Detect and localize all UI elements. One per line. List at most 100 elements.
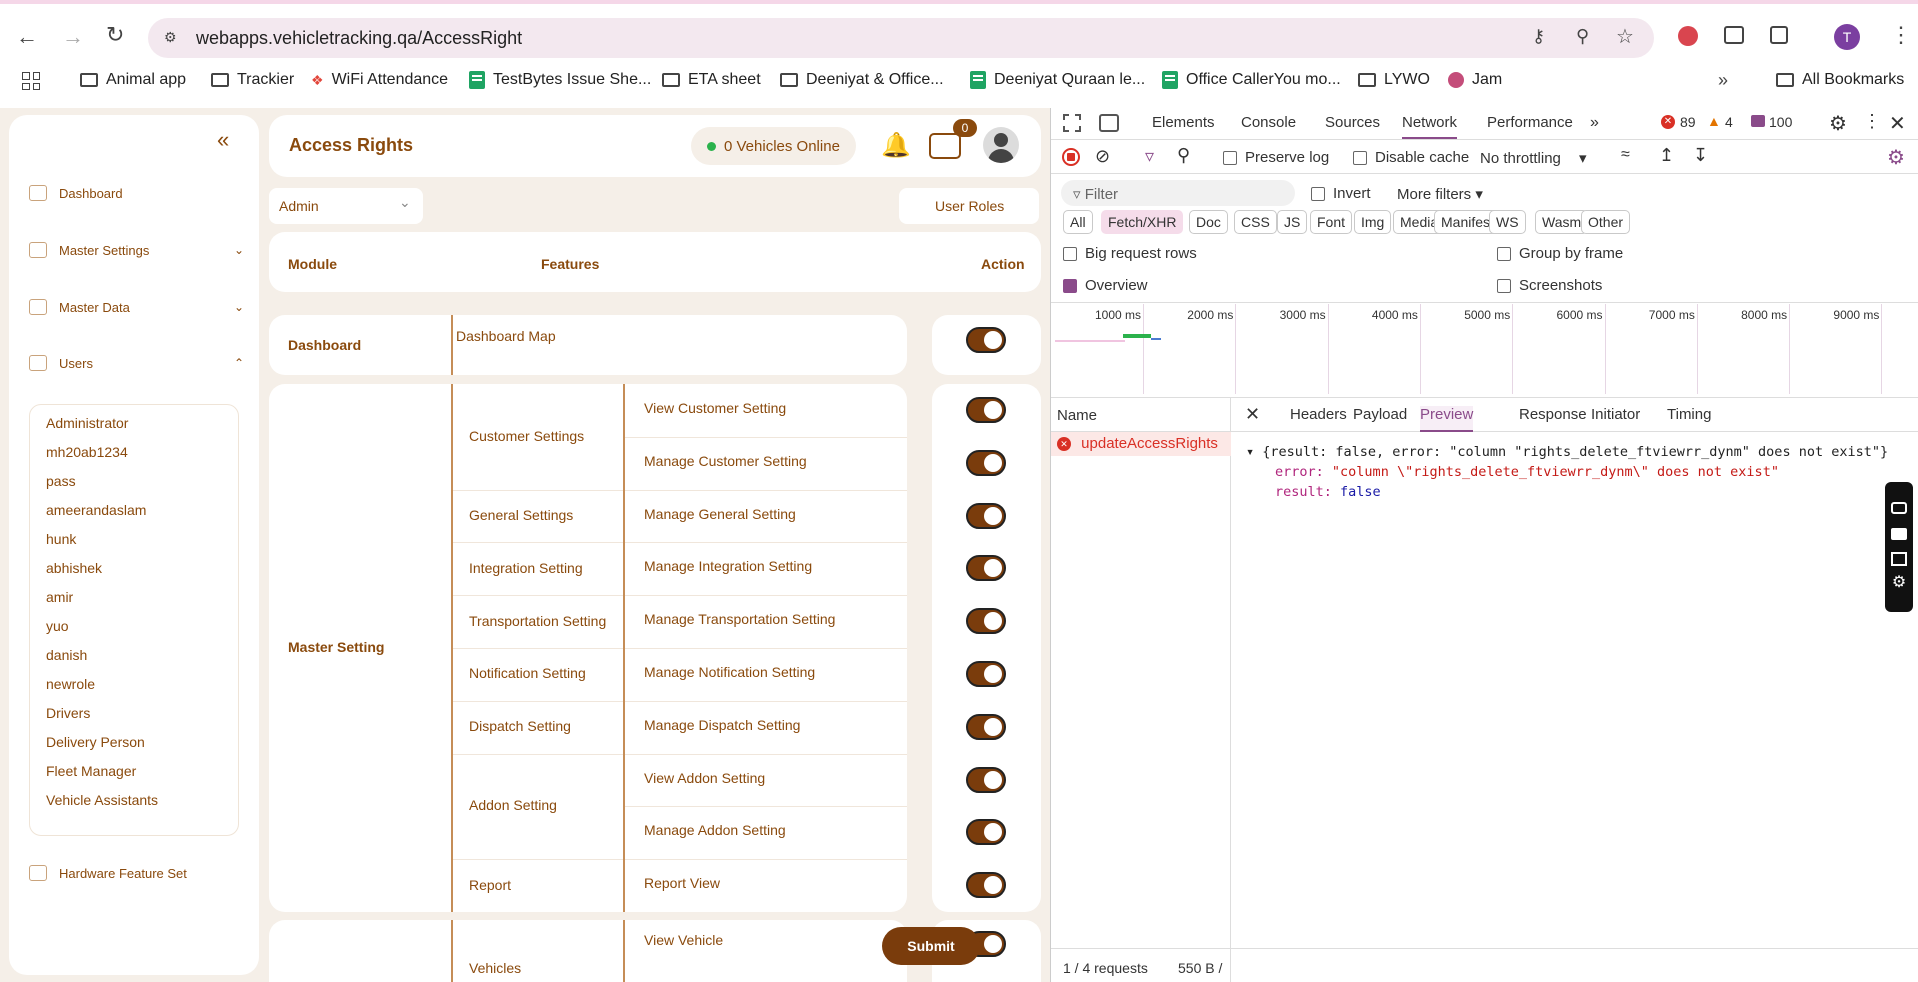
sidebar-user-item[interactable]: danish bbox=[46, 647, 87, 663]
sidebar-user-item[interactable]: yuo bbox=[46, 618, 69, 634]
vehicles-online-badge[interactable]: 0 Vehicles Online bbox=[691, 127, 856, 165]
key-icon[interactable]: ⚷ bbox=[1532, 26, 1545, 47]
sidebar-user-item[interactable]: ameerandaslam bbox=[46, 502, 146, 518]
detail-tab[interactable]: Initiator bbox=[1591, 406, 1640, 423]
user-roles-button[interactable]: User Roles bbox=[899, 188, 1039, 224]
message-count[interactable]: 100 bbox=[1769, 114, 1792, 130]
invert-checkbox[interactable]: Invert bbox=[1311, 185, 1371, 202]
preserve-log-checkbox[interactable]: Preserve log bbox=[1223, 149, 1329, 166]
bookmark-eta-sheet[interactable]: ETA sheet bbox=[662, 71, 761, 89]
more-filters-dropdown[interactable]: More filters ▾ bbox=[1397, 185, 1483, 203]
error-count[interactable]: 89 bbox=[1680, 114, 1696, 130]
window-icon[interactable] bbox=[1891, 552, 1907, 566]
sidebar-item-master-settings[interactable]: Master Settings ⌄ bbox=[29, 242, 244, 258]
menu-icon[interactable]: ⋮ bbox=[1890, 22, 1912, 48]
sidebar-item-hardware-feature-set[interactable]: Hardware Feature Set bbox=[29, 865, 187, 881]
extension-icon[interactable] bbox=[1678, 26, 1698, 46]
device-toolbar-icon[interactable] bbox=[1099, 114, 1119, 132]
sidebar-item-users[interactable]: Users ⌃ bbox=[29, 355, 244, 371]
detail-tab[interactable]: Preview bbox=[1420, 406, 1474, 432]
avatar[interactable] bbox=[983, 127, 1019, 163]
disable-cache-checkbox[interactable]: Disable cache bbox=[1353, 149, 1469, 166]
back-icon[interactable]: ← bbox=[16, 24, 38, 50]
settings-gear-icon[interactable]: ⚙ bbox=[1829, 111, 1847, 136]
toggle-permission[interactable] bbox=[966, 397, 1006, 423]
sidebar-user-item[interactable]: Administrator bbox=[46, 415, 128, 431]
camera-icon[interactable] bbox=[1891, 502, 1907, 514]
sidebar-user-item[interactable]: mh20ab1234 bbox=[46, 444, 128, 460]
toggle-permission[interactable] bbox=[966, 608, 1006, 635]
detail-tab[interactable]: Headers bbox=[1290, 406, 1347, 423]
filter-input[interactable]: ▿ Filter bbox=[1061, 180, 1295, 206]
toggle-permission[interactable] bbox=[966, 502, 1006, 529]
network-conditions-icon[interactable]: ≈ bbox=[1621, 146, 1630, 164]
inspect-icon[interactable] bbox=[1063, 114, 1081, 132]
address-bar[interactable]: ⚙ webapps.vehicletracking.qa/AccessRight… bbox=[148, 18, 1654, 58]
sidebar-item-dashboard[interactable]: Dashboard bbox=[29, 185, 123, 201]
collapse-sidebar-icon[interactable]: « bbox=[217, 127, 229, 153]
group-by-frame-checkbox[interactable]: Group by frame bbox=[1497, 245, 1623, 262]
toggle-permission[interactable] bbox=[966, 661, 1006, 687]
messages-icon[interactable] bbox=[929, 133, 961, 159]
devtools-menu-icon[interactable]: ⋮ bbox=[1863, 111, 1881, 132]
detail-tab[interactable]: Timing bbox=[1667, 406, 1711, 423]
sidebar-user-item[interactable]: Drivers bbox=[46, 705, 90, 721]
role-select[interactable]: Admin ⌄ bbox=[269, 188, 423, 224]
tab-network[interactable]: Network bbox=[1402, 114, 1458, 139]
apps-grid-icon[interactable] bbox=[22, 72, 40, 90]
request-row[interactable]: ✕ updateAccessRights bbox=[1051, 432, 1231, 456]
reload-icon[interactable]: ↻ bbox=[106, 22, 124, 48]
bookmark-trackier[interactable]: Trackier bbox=[211, 71, 294, 89]
sidebar-user-item[interactable]: Fleet Manager bbox=[46, 763, 136, 779]
sidebar-user-item[interactable]: newrole bbox=[46, 676, 95, 692]
bookmark-deeniyat-quraan[interactable]: Deeniyat Quraan le... bbox=[970, 71, 1145, 89]
record-icon[interactable] bbox=[1062, 148, 1080, 166]
filter-chip[interactable]: Doc bbox=[1189, 210, 1228, 234]
filter-chip[interactable]: JS bbox=[1277, 210, 1308, 234]
bookmarks-overflow-icon[interactable]: » bbox=[1718, 70, 1728, 91]
big-request-rows-checkbox[interactable]: Big request rows bbox=[1063, 245, 1197, 262]
tab-performance[interactable]: Performance bbox=[1487, 114, 1573, 131]
bookmark-deeniyat-office[interactable]: Deeniyat & Office... bbox=[780, 71, 944, 89]
throttling-select[interactable]: No throttling ▾ bbox=[1480, 149, 1587, 167]
notification-bell-icon[interactable]: 🔔 bbox=[881, 131, 911, 160]
clear-icon[interactable]: ⊘ bbox=[1095, 146, 1110, 167]
network-settings-icon[interactable]: ⚙ bbox=[1887, 145, 1905, 170]
extensions-puzzle-icon[interactable] bbox=[1770, 26, 1788, 44]
sidebar-user-item[interactable]: amir bbox=[46, 589, 73, 605]
toggle-permission[interactable] bbox=[966, 872, 1006, 899]
sidebar-item-master-data[interactable]: Master Data ⌄ bbox=[29, 299, 244, 315]
tab-elements[interactable]: Elements bbox=[1152, 114, 1215, 131]
bookmark-wifi-attendance[interactable]: ❖ WiFi Attendance bbox=[311, 71, 448, 89]
bookmark-lywo[interactable]: LYWO bbox=[1358, 71, 1430, 89]
export-har-icon[interactable]: ↧ bbox=[1693, 145, 1708, 166]
filter-chip[interactable]: CSS bbox=[1234, 210, 1277, 234]
bookmark-jam[interactable]: Jam bbox=[1448, 71, 1502, 89]
bookmark-testbytes[interactable]: TestBytes Issue She... bbox=[469, 71, 651, 89]
warning-count[interactable]: 4 bbox=[1725, 114, 1733, 130]
import-har-icon[interactable]: ↥ bbox=[1659, 145, 1674, 166]
submit-button[interactable]: Submit bbox=[882, 927, 980, 965]
toggle-permission[interactable] bbox=[966, 819, 1006, 846]
image-icon[interactable] bbox=[1724, 26, 1744, 44]
expand-triangle-icon[interactable]: ▾ bbox=[1246, 444, 1262, 460]
tab-sources[interactable]: Sources bbox=[1325, 114, 1380, 131]
filter-chip[interactable]: Fetch/XHR bbox=[1101, 210, 1184, 234]
name-column-header[interactable]: Name bbox=[1051, 398, 1231, 432]
close-detail-icon[interactable]: ✕ bbox=[1245, 404, 1260, 425]
close-devtools-icon[interactable]: ✕ bbox=[1889, 111, 1906, 136]
search-icon[interactable]: ⚲ bbox=[1177, 145, 1190, 166]
sidebar-user-item[interactable]: hunk bbox=[46, 531, 76, 547]
video-icon[interactable] bbox=[1891, 528, 1907, 540]
forward-icon[interactable]: → bbox=[62, 24, 84, 50]
settings-icon[interactable]: ⚙ bbox=[1885, 572, 1913, 592]
sidebar-user-item[interactable]: Delivery Person bbox=[46, 734, 145, 750]
star-icon[interactable]: ☆ bbox=[1616, 24, 1634, 49]
detail-tab[interactable]: Response bbox=[1519, 406, 1587, 423]
screenshots-checkbox[interactable]: Screenshots bbox=[1497, 277, 1602, 294]
all-bookmarks[interactable]: All Bookmarks bbox=[1776, 71, 1904, 89]
zoom-icon[interactable]: ⚲ bbox=[1576, 26, 1589, 47]
detail-tab[interactable]: Payload bbox=[1353, 406, 1407, 423]
filter-chip[interactable]: Img bbox=[1354, 210, 1392, 234]
site-info-icon[interactable]: ⚙ bbox=[164, 29, 177, 46]
